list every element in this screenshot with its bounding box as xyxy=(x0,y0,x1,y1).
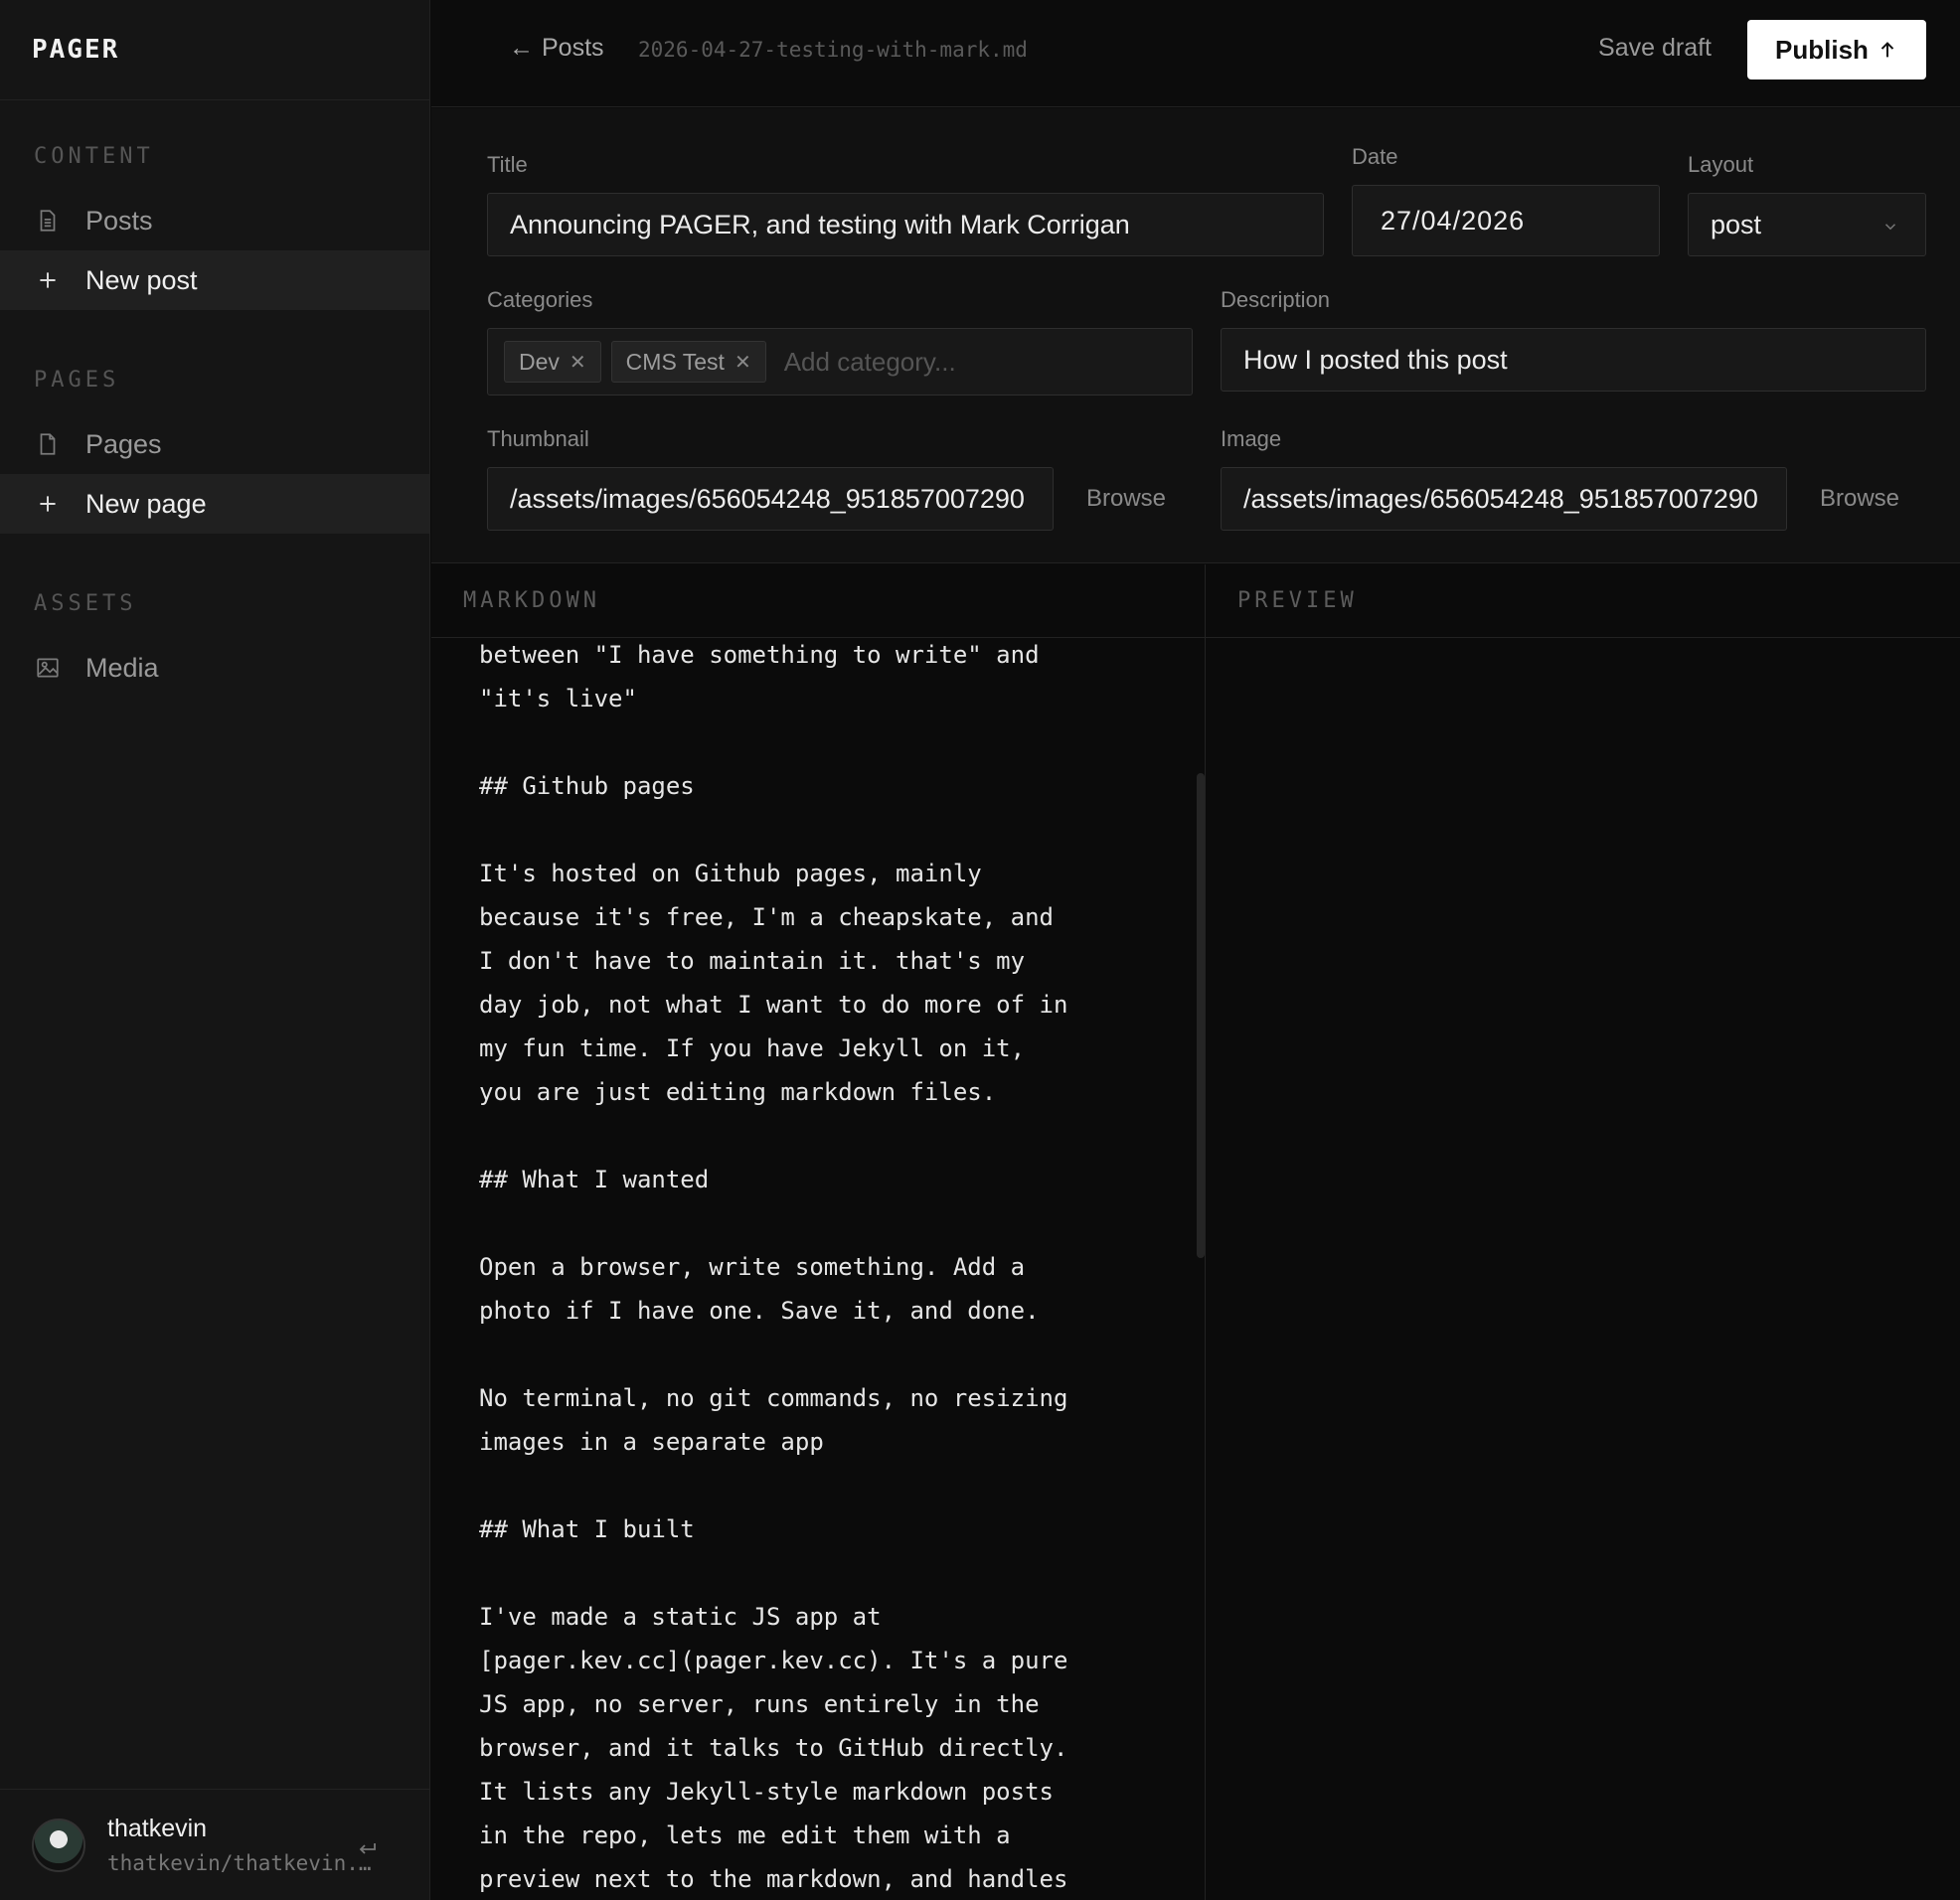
description-label: Description xyxy=(1221,287,1331,312)
document-icon xyxy=(34,207,62,235)
description-input[interactable]: How I posted this post xyxy=(1221,328,1926,392)
save-draft-button[interactable]: Save draft xyxy=(1598,34,1712,63)
nav-heading-pages: PAGES xyxy=(34,368,120,393)
title-input[interactable]: Announcing PAGER, and testing with Mark … xyxy=(487,193,1324,256)
front-matter-form: Title Announcing PAGER, and testing with… xyxy=(431,108,1960,563)
nav-heading-assets: ASSETS xyxy=(34,591,137,616)
sidebar-item-media[interactable]: Media xyxy=(0,638,429,698)
markdown-scrollbar[interactable] xyxy=(1197,773,1205,1258)
markdown-editor[interactable]: between "I have something to write" and … xyxy=(431,639,1205,1900)
category-chip: CMS Test ✕ xyxy=(610,341,766,383)
sidebar-item-label: New post xyxy=(85,264,198,295)
categories-label: Categories xyxy=(487,287,593,312)
back-link-label: Posts xyxy=(542,34,604,62)
user-name: thatkevin xyxy=(107,1815,208,1842)
markdown-pane-heading: MARKDOWN xyxy=(431,564,1205,638)
page-icon xyxy=(34,430,62,458)
sidebar-item-label: Posts xyxy=(85,205,153,236)
sidebar-item-new-post[interactable]: New post xyxy=(0,250,429,310)
publish-button[interactable]: Publish xyxy=(1747,20,1926,79)
chevron-down-icon xyxy=(1884,224,1896,231)
thumbnail-label: Thumbnail xyxy=(487,426,589,451)
sidebar-item-label: Media xyxy=(85,652,159,683)
sidebar-item-new-page[interactable]: New page xyxy=(0,474,429,534)
category-chip: Dev ✕ xyxy=(504,341,601,383)
user-repo: thatkevin/thatkevin.github.io xyxy=(107,1851,376,1875)
user-bar: thatkevin thatkevin/thatkevin.github.io xyxy=(0,1789,430,1900)
top-bar: ← Posts 2026-04-27-testing-with-mark.md … xyxy=(431,0,1960,107)
back-to-posts-link[interactable]: ← Posts xyxy=(509,34,604,63)
close-icon[interactable]: ✕ xyxy=(570,350,586,375)
layout-value: post xyxy=(1711,209,1762,239)
logout-icon[interactable] xyxy=(355,1837,379,1861)
nav-heading-content: CONTENT xyxy=(34,144,154,169)
date-input[interactable]: 27/04/2026 xyxy=(1352,185,1660,256)
publish-label: Publish xyxy=(1775,34,1869,65)
title-label: Title xyxy=(487,152,528,177)
image-input[interactable]: /assets/images/656054248_951857007290 xyxy=(1221,467,1787,531)
sidebar-item-label: Pages xyxy=(85,428,162,459)
avatar xyxy=(32,1818,85,1872)
image-icon xyxy=(34,654,62,682)
file-name: 2026-04-27-testing-with-mark.md xyxy=(638,38,1028,62)
sidebar-item-posts[interactable]: Posts xyxy=(0,191,429,250)
user-info: thatkevin thatkevin/thatkevin.github.io xyxy=(107,1815,376,1875)
image-label: Image xyxy=(1221,426,1282,451)
nav-section-pages: PAGES Pages New page xyxy=(0,368,429,534)
category-placeholder[interactable]: Add category... xyxy=(784,347,956,378)
thumbnail-browse-button[interactable]: Browse xyxy=(1086,485,1166,513)
arrow-left-icon: ← xyxy=(509,34,534,62)
thumbnail-input[interactable]: /assets/images/656054248_951857007290 xyxy=(487,467,1054,531)
category-chip-label: Dev xyxy=(519,348,560,375)
sidebar-item-pages[interactable]: Pages xyxy=(0,414,429,474)
preview-pane xyxy=(1206,639,1960,1900)
nav-section-assets: ASSETS Media xyxy=(0,591,429,698)
logo-bar: PAGER xyxy=(0,0,429,100)
preview-pane-heading: PREVIEW xyxy=(1206,564,1960,638)
arrow-up-icon xyxy=(1880,42,1894,58)
app-logo[interactable]: PAGER xyxy=(32,35,119,65)
categories-input[interactable]: Dev ✕ CMS Test ✕ Add category... xyxy=(487,328,1193,396)
markdown-textarea[interactable]: between "I have something to write" and … xyxy=(479,639,1175,1900)
plus-icon xyxy=(34,490,62,518)
date-label: Date xyxy=(1352,144,1398,169)
sidebar-item-label: New page xyxy=(85,488,207,519)
close-icon[interactable]: ✕ xyxy=(735,350,751,375)
layout-label: Layout xyxy=(1688,152,1754,177)
plus-icon xyxy=(34,266,62,294)
image-browse-button[interactable]: Browse xyxy=(1820,485,1899,513)
sidebar: PAGER CONTENT Posts New post PAGES Pages xyxy=(0,0,430,1900)
layout-select[interactable]: post xyxy=(1688,193,1926,256)
category-chip-label: CMS Test xyxy=(625,348,725,375)
nav-section-content: CONTENT Posts New post xyxy=(0,100,429,310)
